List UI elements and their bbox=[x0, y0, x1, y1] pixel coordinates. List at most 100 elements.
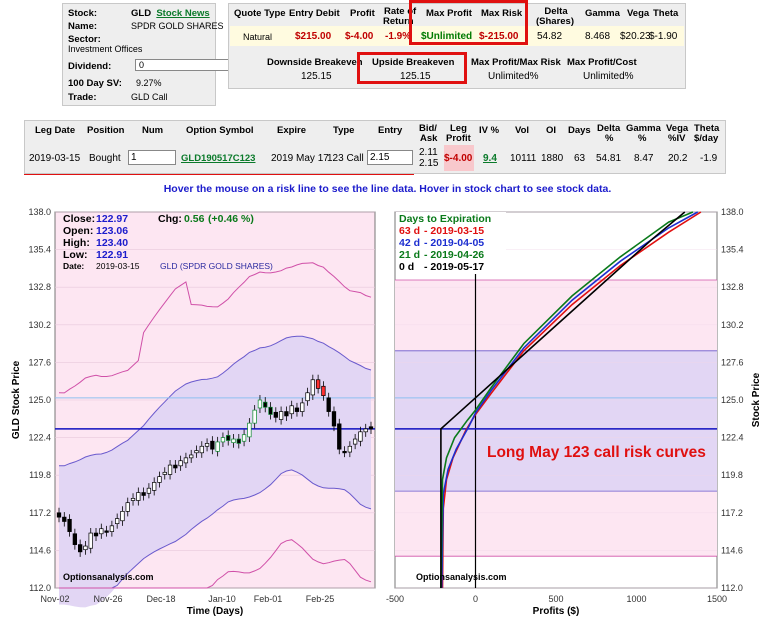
risk-watermark: Optionsanalysis.com bbox=[416, 572, 507, 582]
header-profit: Profit bbox=[350, 8, 375, 19]
risk-y-label: Stock Price bbox=[751, 372, 762, 427]
name-row: Name: SPDR GOLD SHARES bbox=[68, 21, 224, 32]
candle-body bbox=[189, 454, 194, 459]
candle-body bbox=[220, 437, 226, 443]
stock-label: Stock: bbox=[68, 8, 98, 19]
candle-body bbox=[146, 487, 152, 494]
candle-body bbox=[236, 438, 241, 444]
risk-x-tick-label: 0 bbox=[473, 594, 478, 604]
risk-y-tick-label: 112.0 bbox=[721, 583, 743, 593]
leg-vol-value: 10111 bbox=[510, 153, 537, 164]
risk-y-tick-label: 130.2 bbox=[721, 320, 744, 330]
stock-row: Stock: GLD Stock News bbox=[68, 8, 210, 19]
dividend-row: Dividend: bbox=[68, 61, 111, 72]
candle-body bbox=[352, 438, 358, 445]
candle-body bbox=[263, 401, 268, 408]
high-value: 123.40 bbox=[96, 237, 128, 249]
leg-type-value: 123 Call bbox=[327, 153, 364, 164]
stock-x-label: Time (Days) bbox=[187, 606, 244, 617]
candle-body bbox=[109, 525, 115, 532]
trade-value: GLD Call bbox=[131, 92, 168, 102]
open-value: 123.06 bbox=[96, 225, 128, 237]
leg-num-input[interactable]: 1 bbox=[128, 150, 176, 165]
legs-table: Leg Date Position Num Option Symbol Expi… bbox=[24, 120, 726, 174]
candle-body bbox=[88, 532, 93, 549]
max-profit-cost-value: Unlimited% bbox=[583, 71, 634, 82]
risk-x-label: Profits ($) bbox=[533, 606, 580, 617]
stock-x-tick-label: Dec-18 bbox=[146, 594, 175, 604]
candle-body bbox=[178, 460, 183, 467]
candle-body bbox=[247, 422, 252, 438]
highlight-max-profit-risk bbox=[409, 0, 528, 45]
leg-iv-link[interactable]: 9.4 bbox=[483, 153, 497, 164]
candle-body bbox=[157, 476, 162, 483]
candle-body bbox=[368, 426, 374, 430]
name-label: Name: bbox=[68, 21, 98, 32]
stock-news-link[interactable]: Stock News bbox=[156, 8, 209, 19]
hover-instructions: Hover the mouse on a risk line to see th… bbox=[163, 183, 612, 195]
max-profit-cost-label: Max Profit/Cost bbox=[567, 57, 637, 68]
stock-name-caption: GLD (SPDR GOLD SHARES) bbox=[160, 261, 273, 271]
risk-legend-date: - 2019-05-17 bbox=[424, 261, 484, 273]
candle-body bbox=[289, 405, 294, 415]
risk-x-tick-label: -500 bbox=[386, 594, 404, 604]
leg-days-value: 63 bbox=[574, 153, 586, 164]
header-vega: Vega bbox=[627, 8, 650, 19]
candle-body bbox=[130, 497, 136, 501]
downside-breakeven-label: Downside Breakeven bbox=[267, 57, 363, 68]
candle-body bbox=[141, 492, 146, 496]
leg-profit-value: $-4.00 bbox=[444, 153, 473, 164]
stock-x-tick-label: Feb-25 bbox=[306, 594, 335, 604]
stock-y-label: GLD Stock Price bbox=[11, 360, 22, 439]
candle-body bbox=[284, 411, 289, 417]
candle-body bbox=[315, 379, 321, 389]
risk-y-tick-label: 117.2 bbox=[721, 508, 743, 518]
candle-body bbox=[215, 441, 220, 452]
charts-svg: 138.0 135.4 132.8 130.2 127.6 125.0 122.4 119.8… bbox=[11, 207, 762, 617]
risk-legend-date: - 2019-04-26 bbox=[424, 249, 484, 261]
candle-body bbox=[278, 411, 284, 420]
candle-body bbox=[115, 518, 120, 524]
option-symbol-link[interactable]: GLD190517C123 bbox=[181, 153, 255, 164]
risk-inner-band bbox=[395, 350, 717, 492]
col-theta-unit: $/day bbox=[694, 133, 719, 144]
candle-body bbox=[136, 492, 141, 501]
risk-legend-days: 0 d bbox=[399, 261, 414, 273]
candle-body bbox=[347, 445, 352, 453]
leg-ask-value: 2.15 bbox=[419, 158, 439, 169]
trade-row: Trade: GLD Call bbox=[68, 92, 168, 103]
candle-body bbox=[310, 379, 315, 396]
candle-body bbox=[241, 434, 247, 442]
rate-value: -1.9% bbox=[385, 31, 412, 42]
risk-x-tick-label: 1500 bbox=[707, 594, 727, 604]
sv-label: 100 Day SV: bbox=[68, 78, 122, 89]
header-quote-type: Quote Type bbox=[234, 8, 286, 19]
stock-watermark: Optionsanalysis.com bbox=[63, 572, 154, 582]
date-label: Date: bbox=[63, 261, 84, 271]
dividend-label: Dividend: bbox=[68, 61, 112, 72]
stock-symbol-group: GLD Stock News bbox=[131, 8, 210, 19]
candle-body bbox=[273, 411, 278, 418]
stock-y-tick-label: 135.4 bbox=[28, 245, 51, 255]
candle-body bbox=[199, 445, 204, 454]
risk-y-tick-label: 138.0 bbox=[721, 207, 744, 217]
stock-y-tick-label: 127.6 bbox=[28, 357, 51, 367]
risk-chart[interactable]: 138.0 135.4 132.8 130.2 127.6 125.0 122.4 119.8… bbox=[386, 207, 762, 617]
candle-body bbox=[257, 399, 263, 409]
leg-date-value: 2019-03-15 bbox=[29, 153, 81, 164]
sv-row: 100 Day SV: 9.27% bbox=[68, 78, 162, 89]
leg-oi-value: 1880 bbox=[541, 153, 564, 164]
candle-body bbox=[104, 530, 109, 533]
header-entry-debit: Entry Debit bbox=[289, 8, 340, 19]
candle-body bbox=[226, 435, 231, 441]
dividend-input[interactable]: 0 bbox=[135, 59, 238, 71]
col-expire: Expire bbox=[277, 125, 307, 136]
stock-chart[interactable]: 138.0 135.4 132.8 130.2 127.6 125.0 122.4 119.8… bbox=[11, 207, 376, 617]
stock-y-tick-label: 132.8 bbox=[28, 282, 51, 292]
col-vega-unit: %IV bbox=[668, 133, 686, 144]
leg-entry-input[interactable]: 2.15 bbox=[367, 150, 413, 165]
stock-y-tick-label: 112.0 bbox=[29, 583, 51, 593]
candle-body bbox=[152, 482, 157, 491]
leg-gamma-value: 8.47 bbox=[634, 153, 654, 164]
leg-expire-value: 2019 May 17 bbox=[271, 153, 329, 164]
